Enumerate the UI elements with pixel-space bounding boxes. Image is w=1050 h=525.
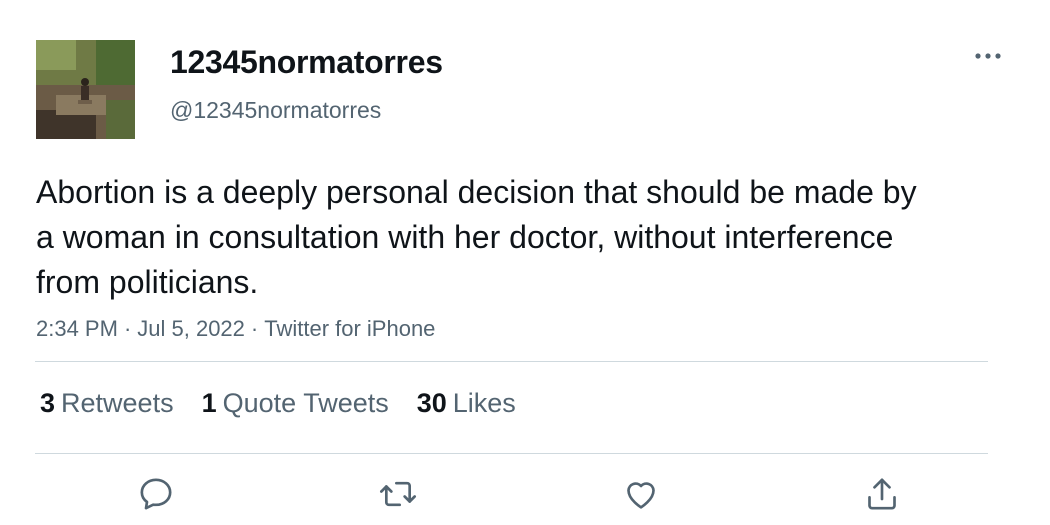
like-button[interactable] <box>621 474 661 514</box>
tweet-text: Abortion is a deeply personal decision t… <box>36 174 917 300</box>
share-button[interactable] <box>862 474 902 514</box>
tweet-meta: 2:34 PM · Jul 5, 2022 · Twitter for iPhone <box>36 316 435 342</box>
avatar[interactable] <box>36 40 135 139</box>
retweet-button[interactable] <box>378 474 418 514</box>
user-handle[interactable]: @12345normatorres <box>170 97 381 124</box>
retweet-icon <box>380 481 416 507</box>
meta-separator: · <box>250 316 259 341</box>
retweets-label: Retweets <box>61 388 174 418</box>
tweet-date[interactable]: Jul 5, 2022 <box>137 316 245 341</box>
more-horizontal-icon[interactable] <box>970 46 1006 66</box>
tweet-source[interactable]: Twitter for iPhone <box>264 316 435 341</box>
likes-count: 30 <box>416 388 447 418</box>
tweet-stats: 3 Retweets 1 Quote Tweets 30 Likes <box>40 388 516 419</box>
quote-tweets-stat[interactable]: 1 Quote Tweets <box>202 388 389 419</box>
quote-tweets-label: Quote Tweets <box>222 388 389 418</box>
divider <box>35 361 988 362</box>
retweets-count: 3 <box>40 388 56 418</box>
likes-label: Likes <box>452 388 516 418</box>
retweets-stat[interactable]: 3 Retweets <box>40 388 174 419</box>
tweet-time[interactable]: 2:34 PM <box>36 316 118 341</box>
display-name[interactable]: 12345normatorres <box>170 44 443 81</box>
divider <box>35 453 988 454</box>
reply-button[interactable] <box>136 474 176 514</box>
meta-separator: · <box>123 316 132 341</box>
quote-tweets-count: 1 <box>201 388 217 418</box>
share-icon <box>868 478 896 510</box>
heart-icon <box>627 482 655 509</box>
avatar-photo <box>36 40 135 139</box>
likes-stat[interactable]: 30 Likes <box>417 388 516 419</box>
reply-icon <box>140 478 172 510</box>
